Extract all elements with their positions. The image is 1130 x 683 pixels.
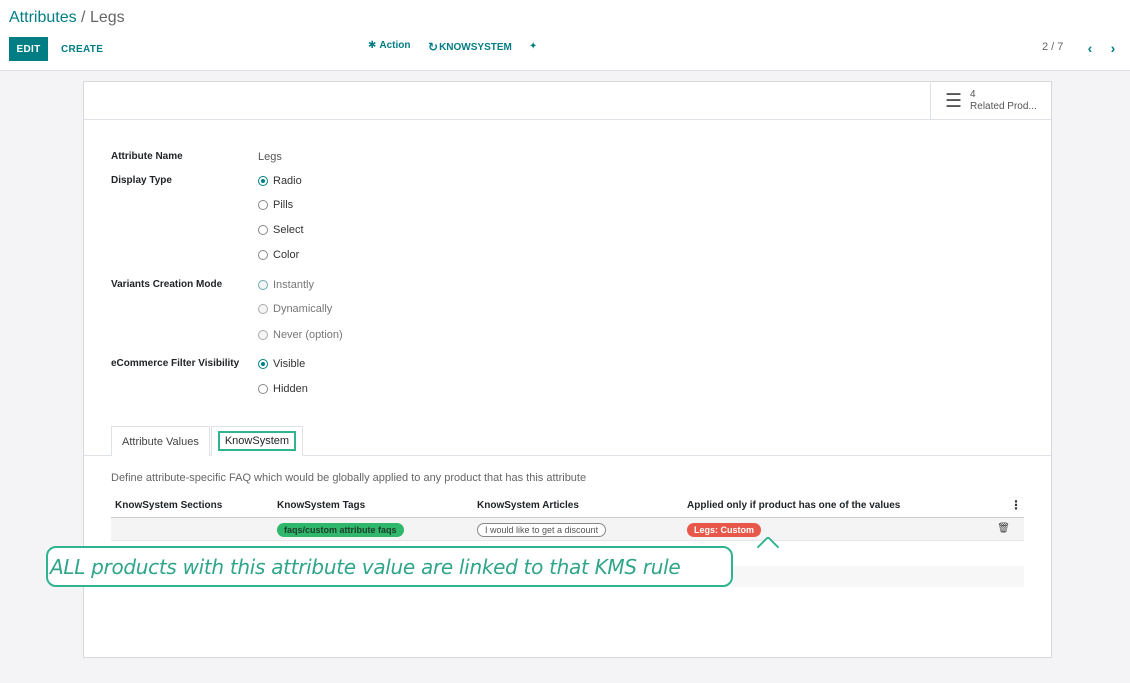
pager-previous-button[interactable]: ‹ — [1080, 37, 1100, 59]
related-products-label: Related Prod... — [970, 101, 1037, 112]
radio-icon — [258, 280, 268, 290]
variants-mode-label: Variants Creation Mode — [111, 279, 223, 290]
radio-icon — [258, 330, 268, 340]
article-pill[interactable]: I would like to get a discount — [477, 523, 607, 537]
breadcrumb-separator: / — [76, 9, 90, 26]
display-type-pills[interactable]: Pills — [258, 199, 293, 211]
list-icon: ☰ — [945, 90, 963, 112]
ecommerce-filter-visible[interactable]: Visible — [258, 358, 305, 370]
tab-knowsystem[interactable]: KnowSystem — [210, 426, 304, 456]
radio-icon — [258, 384, 268, 394]
gear-icon: ✱ — [368, 40, 377, 51]
knowsystem-table-header: KnowSystem Sections KnowSystem Tags Know… — [111, 496, 1024, 518]
breadcrumb: Attributes / Legs — [9, 9, 125, 27]
create-button[interactable]: CREATE — [56, 37, 108, 61]
knowsystem-button[interactable]: ↻ KNOWSYSTEM — [428, 40, 512, 54]
attribute-name-label: Attribute Name — [111, 151, 183, 162]
display-type-select[interactable]: Select — [258, 224, 304, 236]
trash-icon[interactable]: 🗑 — [997, 523, 1010, 534]
breadcrumb-attributes-link[interactable]: Attributes — [9, 9, 77, 26]
display-type-color[interactable]: Color — [258, 249, 299, 261]
radio-icon — [258, 225, 268, 235]
tag-pill[interactable]: faqs/custom attribute faqs — [277, 523, 404, 537]
edit-button[interactable]: EDIT — [9, 37, 48, 61]
ecommerce-filter-hidden[interactable]: Hidden — [258, 383, 308, 395]
radio-icon — [258, 304, 268, 314]
radio-checked-icon — [258, 359, 268, 369]
radio-icon — [258, 200, 268, 210]
variants-mode-never: Never (option) — [258, 329, 343, 341]
action-dropdown[interactable]: ✱ Action — [368, 40, 411, 51]
annotation-callout: ALL products with this attribute value a… — [46, 535, 780, 587]
refresh-icon: ↻ — [428, 40, 439, 54]
radio-checked-icon — [258, 176, 268, 186]
button-box: ☰ 4 Related Prod... — [84, 82, 1051, 120]
column-applied-values[interactable]: Applied only if product has one of the v… — [687, 500, 900, 511]
tab-knowsystem-label: KnowSystem — [217, 431, 297, 451]
display-type-label: Display Type — [111, 175, 172, 186]
related-products-button[interactable]: ☰ 4 Related Prod... — [930, 82, 1051, 120]
value-pill[interactable]: Legs: Custom — [687, 523, 762, 537]
variants-mode-dynamically: Dynamically — [258, 303, 332, 315]
action-label: Action — [379, 40, 411, 51]
table-row[interactable]: faqs/custom attribute faqs I would like … — [111, 518, 1024, 541]
display-type-radio[interactable]: Radio — [258, 175, 302, 187]
control-panel: Attributes / Legs EDIT CREATE ✱ Action ↻… — [0, 0, 1130, 71]
ecommerce-filter-label: eCommerce Filter Visibility — [111, 358, 240, 369]
variants-mode-instantly: Instantly — [258, 279, 314, 291]
knowsystem-label: KNOWSYSTEM — [439, 41, 512, 53]
breadcrumb-current: Legs — [89, 9, 125, 26]
kebab-menu-icon[interactable]: ⋮ — [1010, 498, 1022, 512]
knowsystem-hint: Define attribute-specific FAQ which woul… — [111, 472, 587, 484]
attribute-name-value: Legs — [258, 151, 282, 163]
column-articles[interactable]: KnowSystem Articles — [477, 500, 579, 511]
pager-value[interactable]: 2 / 7 — [1042, 41, 1063, 53]
tab-attribute-values[interactable]: Attribute Values — [111, 426, 210, 456]
column-tags[interactable]: KnowSystem Tags — [277, 500, 365, 511]
notebook-tabs: Attribute Values KnowSystem — [111, 426, 304, 456]
related-products-count: 4 — [970, 89, 976, 100]
column-sections[interactable]: KnowSystem Sections — [115, 500, 222, 511]
pager-next-button[interactable]: › — [1103, 37, 1123, 59]
pin-icon[interactable]: ✦ — [529, 41, 537, 52]
radio-icon — [258, 250, 268, 260]
callout-text: ALL products with this attribute value a… — [50, 554, 681, 579]
